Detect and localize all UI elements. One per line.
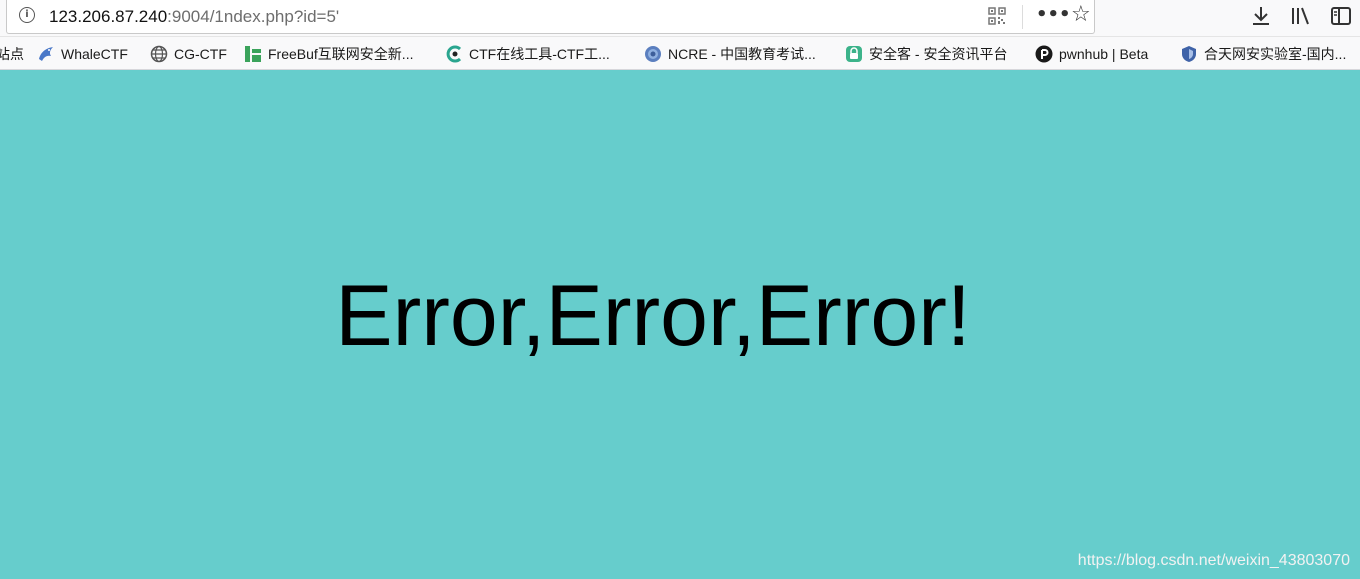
error-message: Error,Error,Error! <box>335 268 971 364</box>
page-content: Error,Error,Error! https://blog.csdn.net… <box>0 71 1360 579</box>
url-divider <box>1022 5 1023 29</box>
bookmarks-toolbar: 站点 WhaleCTF CG-CTF FreeBuf互联网安全新... CTF在… <box>0 37 1360 70</box>
bookmark-label: 合天网安实验室-国内... <box>1204 46 1347 62</box>
bookmark-item[interactable]: CTF在线工具-CTF工... <box>445 44 610 64</box>
bookmark-label: 站点 <box>0 46 24 62</box>
library-icon[interactable] <box>1290 5 1312 27</box>
shield-icon <box>1182 46 1196 62</box>
bookmark-item[interactable]: FreeBuf互联网安全新... <box>244 44 413 64</box>
bookmark-label: pwnhub | Beta <box>1059 46 1149 62</box>
bookmark-item[interactable]: 安全客 - 安全资讯平台 <box>845 44 1007 64</box>
bookmark-star-icon[interactable]: ☆ <box>1071 3 1091 27</box>
bookmark-item[interactable]: 站点 <box>0 44 24 64</box>
download-icon[interactable] <box>1251 5 1271 27</box>
address-bar[interactable]: i 123.206.87.240:9004/1ndex.php?id=5' ••… <box>6 0 1095 34</box>
bookmark-label: CTF在线工具-CTF工... <box>469 46 610 62</box>
page-actions-more-icon[interactable]: ••• <box>1036 5 1071 25</box>
bookmark-item[interactable]: WhaleCTF <box>37 44 128 64</box>
site-info-icon[interactable]: i <box>19 7 35 23</box>
qr-code-icon[interactable] <box>988 7 1006 25</box>
freebuf-icon <box>245 46 261 62</box>
bookmark-item[interactable]: pwnhub | Beta <box>1035 44 1148 64</box>
bookmark-label: FreeBuf互联网安全新... <box>268 46 414 62</box>
watermark: https://blog.csdn.net/weixin_43803070 <box>1077 552 1350 569</box>
bookmark-item[interactable]: 合天网安实验室-国内... <box>1180 44 1346 64</box>
url-path: :9004/1ndex.php?id=5' <box>167 7 340 26</box>
bookmark-label: 安全客 - 安全资讯平台 <box>869 46 1008 62</box>
bookmark-label: CG-CTF <box>174 46 227 62</box>
bookmark-item[interactable]: CG-CTF <box>150 44 227 64</box>
ncre-icon <box>645 46 661 62</box>
whale-icon <box>39 47 53 61</box>
bookmark-item[interactable]: NCRE - 中国教育考试... <box>644 44 816 64</box>
url-host: 123.206.87.240 <box>49 7 168 26</box>
pwnhub-icon <box>1035 45 1053 63</box>
sidebar-toggle-icon[interactable] <box>1330 5 1352 27</box>
bookmark-label: WhaleCTF <box>61 46 128 62</box>
anquanke-icon <box>846 46 862 62</box>
url-text[interactable]: 123.206.87.240:9004/1ndex.php?id=5' <box>49 6 339 28</box>
browser-toolbar: i 123.206.87.240:9004/1ndex.php?id=5' ••… <box>0 0 1360 37</box>
ctf-tool-icon <box>446 45 462 63</box>
bookmark-label: NCRE - 中国教育考试... <box>668 46 816 62</box>
globe-icon <box>150 45 168 63</box>
